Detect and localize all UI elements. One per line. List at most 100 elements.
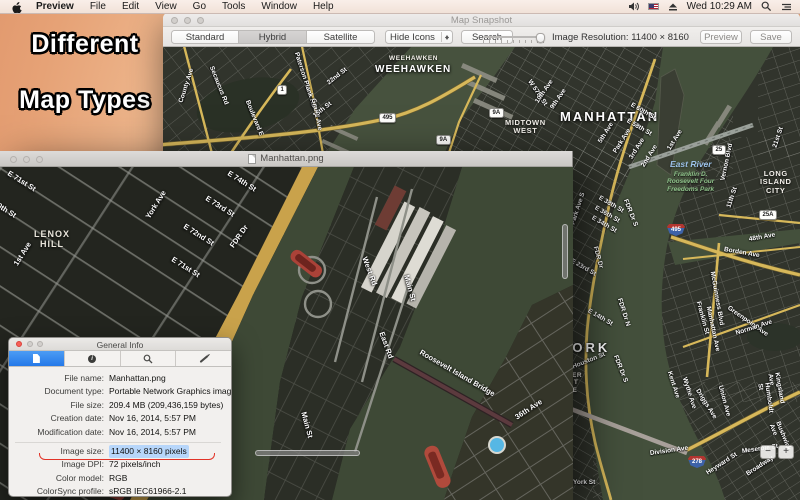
document-proxy-icon — [248, 153, 257, 164]
st-map-label: Heyward St — [705, 451, 739, 477]
icons-dropdown-value: Hide Icons — [390, 32, 435, 43]
pst-map-label: West Rd — [360, 255, 380, 287]
info-row: File name: Manhattan.png — [15, 372, 221, 385]
st-map-label: 21st St — [771, 126, 785, 149]
tab-keywords[interactable] — [121, 351, 177, 366]
city-map-label: MANHATTAN — [560, 109, 660, 124]
st-map-label: FDR Dr N — [615, 297, 632, 328]
horizontal-scrollbar[interactable] — [255, 450, 360, 456]
menu-tools[interactable]: Tools — [214, 1, 253, 12]
menu-clock[interactable]: Wed 10:29 AM — [687, 1, 752, 12]
info-value: 72 pixels/inch — [109, 459, 161, 470]
info-row: Image DPI: 72 pixels/inch — [15, 458, 221, 471]
pst-map-label: Main St — [299, 410, 315, 439]
vertical-scrollbar[interactable] — [562, 224, 568, 279]
tab-general-info[interactable] — [9, 351, 65, 366]
zoom-in-button[interactable]: + — [778, 445, 794, 459]
hood-map-label: LONG ISLAND CITY — [760, 169, 792, 195]
pst-map-label: East Rd — [377, 330, 396, 360]
map-type-segmented-control: Standard Hybrid Satellite — [171, 30, 375, 44]
info-row: ColorSync profile: sRGB IEC61966-2.1 — [15, 485, 221, 497]
info-label: Document type: — [44, 386, 104, 397]
st-map-label: E 34th St — [590, 214, 618, 235]
menu-preview[interactable]: Preview — [28, 1, 82, 12]
volume-icon[interactable] — [628, 1, 639, 12]
st-map-label: 9th Ave — [548, 87, 568, 111]
menu-view[interactable]: View — [147, 1, 185, 12]
app-menus: Preview File Edit View Go Tools Window Help — [28, 1, 342, 12]
preview-titlebar: Manhattan.png — [0, 151, 572, 167]
pst-map-label: FDR Dr — [227, 223, 250, 250]
tab-more-info[interactable]: i — [65, 351, 121, 366]
st-map-label: 3rd Ave — [627, 136, 647, 161]
info-row: Image size: 11400 × 8160 pixels — [15, 445, 221, 461]
menu-bar: Preview File Edit View Go Tools Window Help Wed… — [0, 0, 800, 14]
preview-button[interactable]: Preview — [700, 30, 742, 44]
icons-dropdown[interactable]: Hide Icons — [385, 30, 453, 44]
shield-map-label: 25A — [759, 210, 778, 220]
info-row: File size: 209.4 MB (209,436,159 bytes) — [15, 399, 224, 412]
menu-go[interactable]: Go — [185, 1, 214, 12]
st-map-label: Franklin St — [694, 300, 711, 335]
ishield-map-label: 278 — [688, 456, 707, 468]
menu-window[interactable]: Window — [253, 1, 305, 12]
st-map-label: Wythe Ave — [680, 376, 698, 410]
image-resolution-label: Image Resolution: 11400 × 8160 — [552, 32, 689, 43]
map-zoom-controls: − + — [760, 445, 794, 459]
snapshot-titlebar: Map Snapshot — [163, 13, 800, 27]
slider-thumb[interactable] — [536, 33, 545, 43]
resolution-slider[interactable] — [483, 33, 545, 45]
st-map-label: E 14th St — [586, 307, 614, 328]
menu-edit[interactable]: Edit — [114, 1, 147, 12]
zoom-out-button[interactable]: − — [760, 445, 776, 459]
pencil-icon — [199, 354, 209, 363]
tab-annotations[interactable] — [176, 351, 231, 366]
st-map-label: E 38th St — [597, 194, 625, 215]
info-value: RGB — [109, 472, 128, 483]
st-map-label: Paterson Plank Rd — [292, 51, 318, 109]
st-map-label: Grand Ave — [309, 97, 324, 132]
menu-file[interactable]: File — [82, 1, 114, 12]
info-value: Manhattan.png — [109, 373, 166, 383]
separator — [15, 441, 221, 443]
pst-map-label: Main St — [402, 273, 418, 302]
st-map-label: 15th St — [311, 100, 334, 120]
st-map-label: Norman Ave — [734, 318, 774, 337]
map-type-hybrid[interactable]: Hybrid — [239, 30, 307, 44]
st-map-label: Greenpoint Ave — [726, 304, 770, 338]
shield-map-label: 1 — [277, 85, 288, 95]
file-info-list: File name: Manhattan.png Document type: Por… — [9, 367, 231, 497]
map-type-satellite[interactable]: Satellite — [307, 30, 375, 44]
st-map-label: Borden Ave — [723, 246, 761, 260]
save-button[interactable]: Save — [750, 30, 792, 44]
pst-map-label: Roosevelt Island Bridge — [418, 347, 497, 399]
st-map-label: 48th Ave — [748, 231, 776, 243]
info-row: Color model: RGB — [15, 472, 221, 485]
notification-center-icon[interactable] — [781, 2, 792, 12]
document-icon — [32, 354, 40, 363]
map-type-standard[interactable]: Standard — [171, 30, 239, 44]
st-map-label: Secaucus Rd — [207, 65, 230, 106]
pst-map-label: E 71st St — [169, 254, 202, 280]
info-row: Modification date: Nov 16, 2014, 5:57 PM — [15, 426, 221, 439]
pst-map-label: York Ave — [143, 188, 168, 221]
input-source-flag-icon[interactable] — [647, 3, 659, 10]
info-label: Image DPI: — [61, 459, 104, 470]
menu-help[interactable]: Help — [305, 1, 342, 12]
apple-menu[interactable] — [0, 1, 28, 13]
info-value: 209.4 MB (209,436,159 bytes) — [109, 399, 224, 410]
info-label: ColorSync profile: — [36, 486, 104, 497]
eject-icon[interactable] — [668, 2, 678, 12]
spotlight-icon[interactable] — [761, 1, 772, 12]
info-label: Modification date: — [37, 426, 104, 437]
st-map-label: Manhattan Ave — [704, 305, 722, 353]
pst-map-label: E 73rd St — [203, 193, 237, 219]
shield-map-label: 25 — [712, 145, 726, 155]
ishield-map-label: 495 — [667, 224, 686, 236]
st-map-label: Vernon Blvd — [719, 142, 735, 182]
st-map-label: 5th Ave — [596, 121, 616, 145]
status-area: Wed 10:29 AM — [628, 1, 800, 12]
phood-map-label: LENOX HILL — [34, 229, 71, 250]
park-map-label: Franklin D. Roosevelt Four Freedoms Park — [667, 171, 715, 193]
info-label: Creation date: — [50, 413, 104, 424]
